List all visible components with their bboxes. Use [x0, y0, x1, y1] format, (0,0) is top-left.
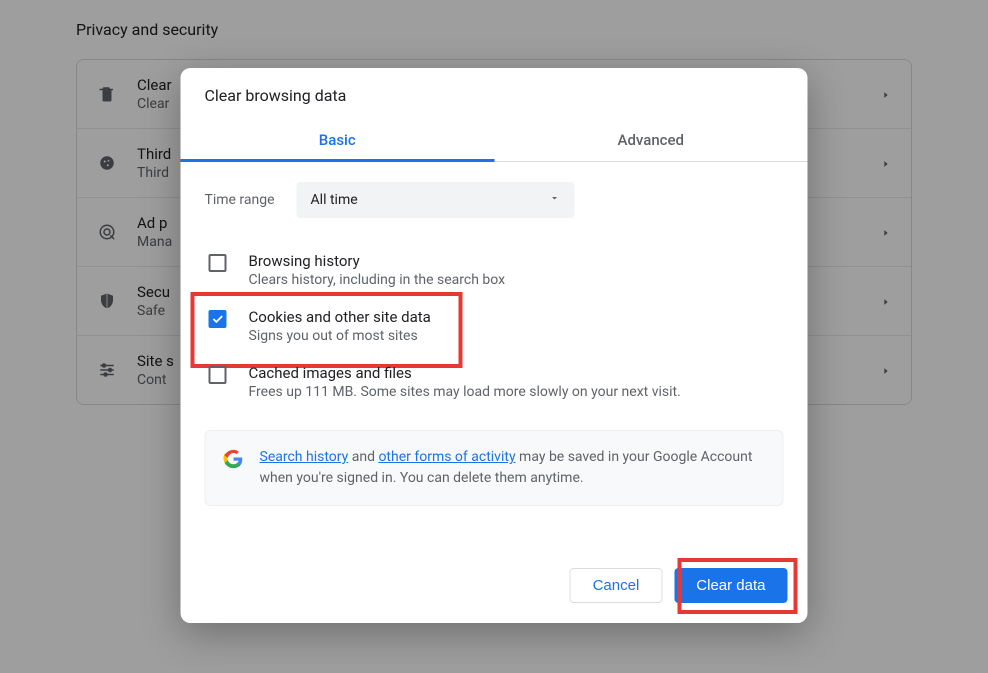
- checkbox-cookies[interactable]: [209, 310, 227, 328]
- clear-browsing-dialog: Clear browsing data Basic Advanced Time …: [181, 68, 808, 623]
- option-title: Browsing history: [249, 252, 780, 270]
- option-title: Cached images and files: [249, 364, 780, 382]
- tab-advanced[interactable]: Advanced: [494, 119, 808, 161]
- dropdown-arrow-icon: [549, 192, 561, 208]
- option-browsing-history[interactable]: Browsing history Clears history, includi…: [205, 242, 784, 298]
- google-info-card: Search history and other forms of activi…: [205, 430, 784, 506]
- dialog-tabs: Basic Advanced: [181, 119, 808, 162]
- tab-basic[interactable]: Basic: [181, 119, 495, 161]
- info-mid: and: [348, 449, 378, 465]
- checkbox-cache[interactable]: [209, 366, 227, 384]
- time-range-select[interactable]: All time: [297, 182, 575, 218]
- option-sub: Frees up 111 MB. Some sites may load mor…: [249, 384, 780, 400]
- option-sub: Signs you out of most sites: [249, 328, 780, 344]
- time-range-label: Time range: [205, 192, 275, 208]
- time-range-value: All time: [311, 192, 358, 208]
- info-text: Search history and other forms of activi…: [260, 447, 765, 489]
- other-activity-link[interactable]: other forms of activity: [378, 449, 515, 465]
- checkbox-browsing-history[interactable]: [209, 254, 227, 272]
- option-cache[interactable]: Cached images and files Frees up 111 MB.…: [205, 354, 784, 410]
- clear-data-button[interactable]: Clear data: [674, 568, 787, 603]
- search-history-link[interactable]: Search history: [260, 449, 349, 465]
- dialog-title: Clear browsing data: [181, 68, 808, 119]
- option-sub: Clears history, including in the search …: [249, 272, 780, 288]
- cancel-button[interactable]: Cancel: [570, 568, 663, 603]
- option-cookies[interactable]: Cookies and other site data Signs you ou…: [205, 298, 784, 354]
- option-title: Cookies and other site data: [249, 308, 780, 326]
- google-logo-icon: [224, 449, 244, 469]
